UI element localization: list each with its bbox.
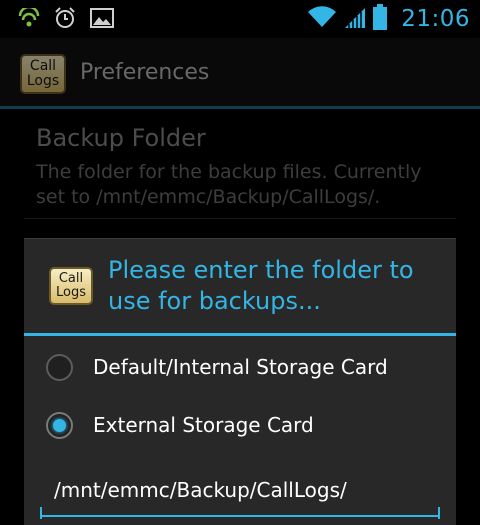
battery-icon: [373, 4, 388, 34]
radio-button-unchecked[interactable]: [46, 353, 73, 381]
dialog-icon-line1: Call: [58, 271, 84, 286]
dialog-icon-line2: Logs: [56, 285, 86, 300]
dialog-title-divider: [24, 333, 456, 336]
option-external-storage[interactable]: External Storage Card: [24, 397, 456, 453]
notification-icons: [18, 5, 114, 33]
screen: 21:06 Call Logs Preferences Backup Folde…: [0, 0, 480, 525]
android-debug-icon: [18, 5, 40, 32]
option-label: Default/Internal Storage Card: [93, 355, 388, 379]
wifi-icon: [307, 5, 337, 33]
option-label: External Storage Card: [93, 413, 314, 437]
folder-dialog: Call Logs Please enter the folder to use…: [24, 238, 456, 525]
dialog-app-icon: Call Logs: [49, 267, 93, 305]
clock-time: 21:06: [401, 6, 470, 32]
dialog-title: Please enter the folder to use for backu…: [108, 256, 414, 315]
folder-path-input[interactable]: [40, 465, 440, 517]
alarm-clock-icon: [54, 7, 76, 33]
option-internal-storage[interactable]: Default/Internal Storage Card: [24, 339, 456, 395]
input-edge-left: [40, 507, 42, 519]
cell-signal-icon: [343, 5, 367, 33]
system-icons: 21:06: [307, 4, 470, 34]
image-gallery-icon: [90, 8, 114, 32]
status-bar: 21:06: [0, 0, 480, 38]
radio-button-checked[interactable]: [46, 411, 73, 439]
input-edge-right: [438, 507, 440, 519]
